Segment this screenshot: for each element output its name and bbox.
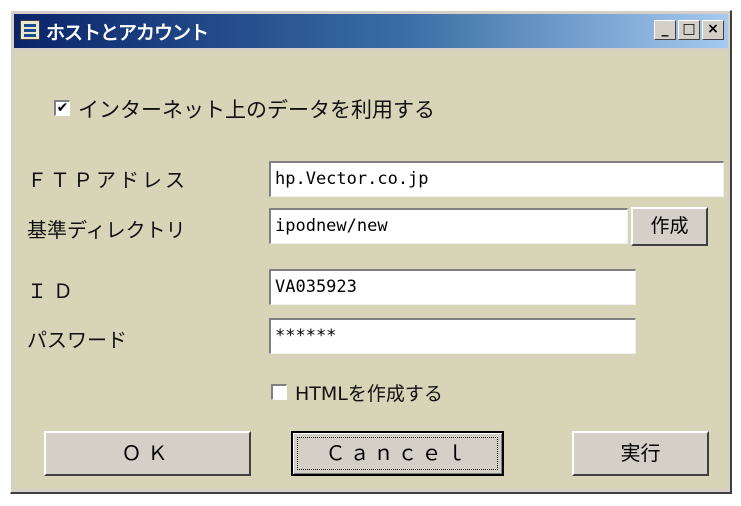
ftp-address-label: ＦＴＰアドレス bbox=[27, 168, 188, 192]
base-directory-label: 基準ディレクトリ bbox=[27, 218, 186, 242]
app-icon[interactable] bbox=[20, 20, 40, 40]
title-bar[interactable]: ホストとアカウント _ □ × bbox=[14, 14, 728, 48]
run-button[interactable]: 実行 bbox=[572, 431, 709, 476]
window-title: ホストとアカウント bbox=[46, 22, 209, 44]
maximize-button[interactable]: □ bbox=[678, 20, 700, 40]
id-field[interactable]: VA035923 bbox=[269, 269, 636, 305]
id-label: ＩＤ bbox=[27, 279, 79, 303]
create-html-label: HTMLを作成する bbox=[295, 383, 443, 405]
dialog-body: ✔ インターネット上のデータを利用する ＦＴＰアドレス hp.Vector.co… bbox=[14, 51, 728, 489]
cancel-button[interactable]: Ｃａｎｃｅｌ bbox=[291, 431, 504, 476]
dialog-window: ホストとアカウント _ □ × ✔ インターネット上のデータを利用する ＦＴＰア… bbox=[10, 10, 732, 494]
create-html-checkbox[interactable] bbox=[271, 384, 287, 400]
ftp-address-field[interactable]: hp.Vector.co.jp bbox=[269, 161, 724, 197]
base-directory-field[interactable]: ipodnew/new bbox=[269, 208, 628, 244]
password-field[interactable]: ****** bbox=[269, 318, 636, 354]
password-label: パスワード bbox=[27, 328, 127, 352]
close-button[interactable]: × bbox=[702, 20, 724, 40]
minimize-button[interactable]: _ bbox=[654, 20, 676, 40]
ok-button[interactable]: ＯＫ bbox=[44, 431, 251, 476]
checkmark-icon: ✔ bbox=[56, 100, 69, 116]
use-internet-checkbox[interactable]: ✔ bbox=[54, 100, 70, 116]
use-internet-label: インターネット上のデータを利用する bbox=[78, 98, 435, 122]
create-directory-button[interactable]: 作成 bbox=[631, 207, 708, 246]
focus-rectangle bbox=[297, 437, 498, 470]
